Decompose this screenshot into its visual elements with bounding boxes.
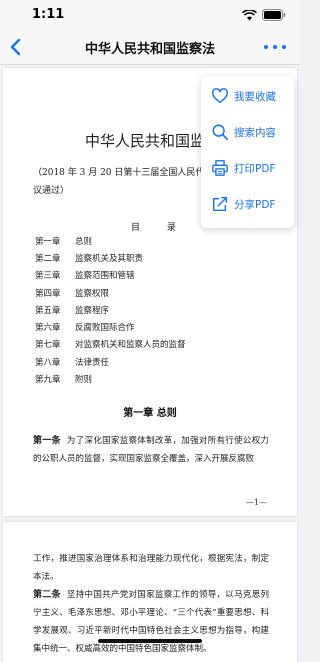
toc-list: 第一章 总则 第二章 监察机关及其职责 第三章 监察范围和管辖 第四章 监察权限 第五章…: [35, 232, 186, 388]
toc-item: 第五章 监察程序: [35, 301, 186, 318]
toc-item: 第九章 附则: [35, 370, 186, 387]
menu-label: 我要收藏: [234, 90, 276, 103]
toc-item: 第四章 监察权限: [35, 284, 186, 301]
toc-name: 对监察机关和监察人员的监督: [75, 340, 186, 351]
status-time: 1:11: [32, 7, 65, 22]
toc-name: 法律责任: [75, 357, 110, 368]
page-2-paragraph: 工作，推进国家治理体系和治理能力现代化，根据宪法，制定本法。: [33, 554, 269, 582]
toc-chapter: 第七章: [35, 340, 61, 351]
menu-label: 打印PDF: [234, 162, 276, 175]
article-text: 为了深化国家监察体制改革，加强对所有行使公权力的公职人员的监督，实现国家监察全覆…: [33, 436, 269, 464]
toc-item: 第八章 法律责任: [35, 353, 186, 370]
toc-item: 第六章 反腐败国际合作: [35, 318, 186, 335]
toc-chapter: 第八章: [35, 357, 61, 368]
menu-label: 搜索内容: [234, 126, 276, 139]
share-icon: [212, 196, 228, 212]
battery-icon: [262, 9, 286, 21]
more-dot-icon: [273, 45, 277, 49]
toc-item: 第七章 对监察机关和监察人员的监督: [35, 336, 186, 353]
menu-label: 分享PDF: [234, 198, 276, 211]
printer-icon: [212, 160, 228, 176]
more-options-button[interactable]: [264, 39, 286, 55]
toc-item: 第三章 监察范围和管辖: [35, 267, 186, 284]
menu-item-share[interactable]: 分享PDF: [201, 186, 294, 222]
article-text: 坚持中国共产党对国家监察工作的领导，以马克思列宁主义、毛泽东思想、邓小平理论、“…: [33, 590, 269, 654]
page-title: 中华人民共和国监察法: [84, 42, 215, 57]
toc-item: 第二章 监察机关及其职责: [35, 249, 186, 266]
home-indicator[interactable]: [98, 639, 202, 643]
article-label: 第二条: [33, 590, 61, 600]
popup-menu: 我要收藏 搜索内容 打印PDF 分享PDF: [201, 76, 294, 228]
heart-icon: [212, 88, 228, 104]
article-2-paragraph: 第二条 坚持中国共产党对国家监察工作的领导，以马克思列宁主义、毛泽东思想、邓小平…: [33, 586, 269, 658]
more-dot-icon: [282, 45, 286, 49]
toc-chapter: 第五章: [35, 305, 61, 316]
menu-item-search[interactable]: 搜索内容: [201, 114, 294, 150]
page-number: —1—: [245, 498, 267, 507]
toc-name: 监察程序: [75, 305, 110, 316]
chapter-heading: 第一章 总则: [123, 408, 177, 419]
menu-item-print[interactable]: 打印PDF: [201, 150, 294, 186]
toc-chapter: 第四章: [35, 288, 61, 299]
toc-name: 附则: [75, 375, 93, 386]
back-chevron-icon[interactable]: [6, 36, 28, 58]
article-1-paragraph: 第一条 为了深化国家监察体制改革，加强对所有行使公权力的公职人员的监督，实现国家…: [33, 432, 269, 468]
toc-chapter: 第一章: [35, 236, 61, 247]
toc-name: 监察权限: [75, 288, 110, 299]
status-icons: [242, 9, 286, 21]
nav-bar: 中华人民共和国监察法: [0, 30, 300, 65]
toc-item: 第一章 总则: [35, 232, 186, 249]
toc-chapter: 第三章: [35, 271, 61, 282]
toc-chapter: 第六章: [35, 323, 61, 334]
menu-item-favorite[interactable]: 我要收藏: [201, 78, 294, 114]
wifi-icon: [242, 9, 257, 20]
article-label: 第一条: [33, 436, 61, 446]
toc-name: 监察机关及其职责: [75, 253, 144, 264]
toc-chapter: 第二章: [35, 253, 61, 264]
toc-name: 总则: [75, 236, 93, 247]
toc-name: 监察范围和管辖: [75, 271, 135, 282]
toc-chapter: 第九章: [35, 375, 61, 386]
toc-name: 反腐败国际合作: [75, 323, 135, 334]
search-icon: [212, 124, 229, 141]
more-dot-icon: [264, 45, 268, 49]
status-bar: 1:11: [0, 0, 300, 30]
